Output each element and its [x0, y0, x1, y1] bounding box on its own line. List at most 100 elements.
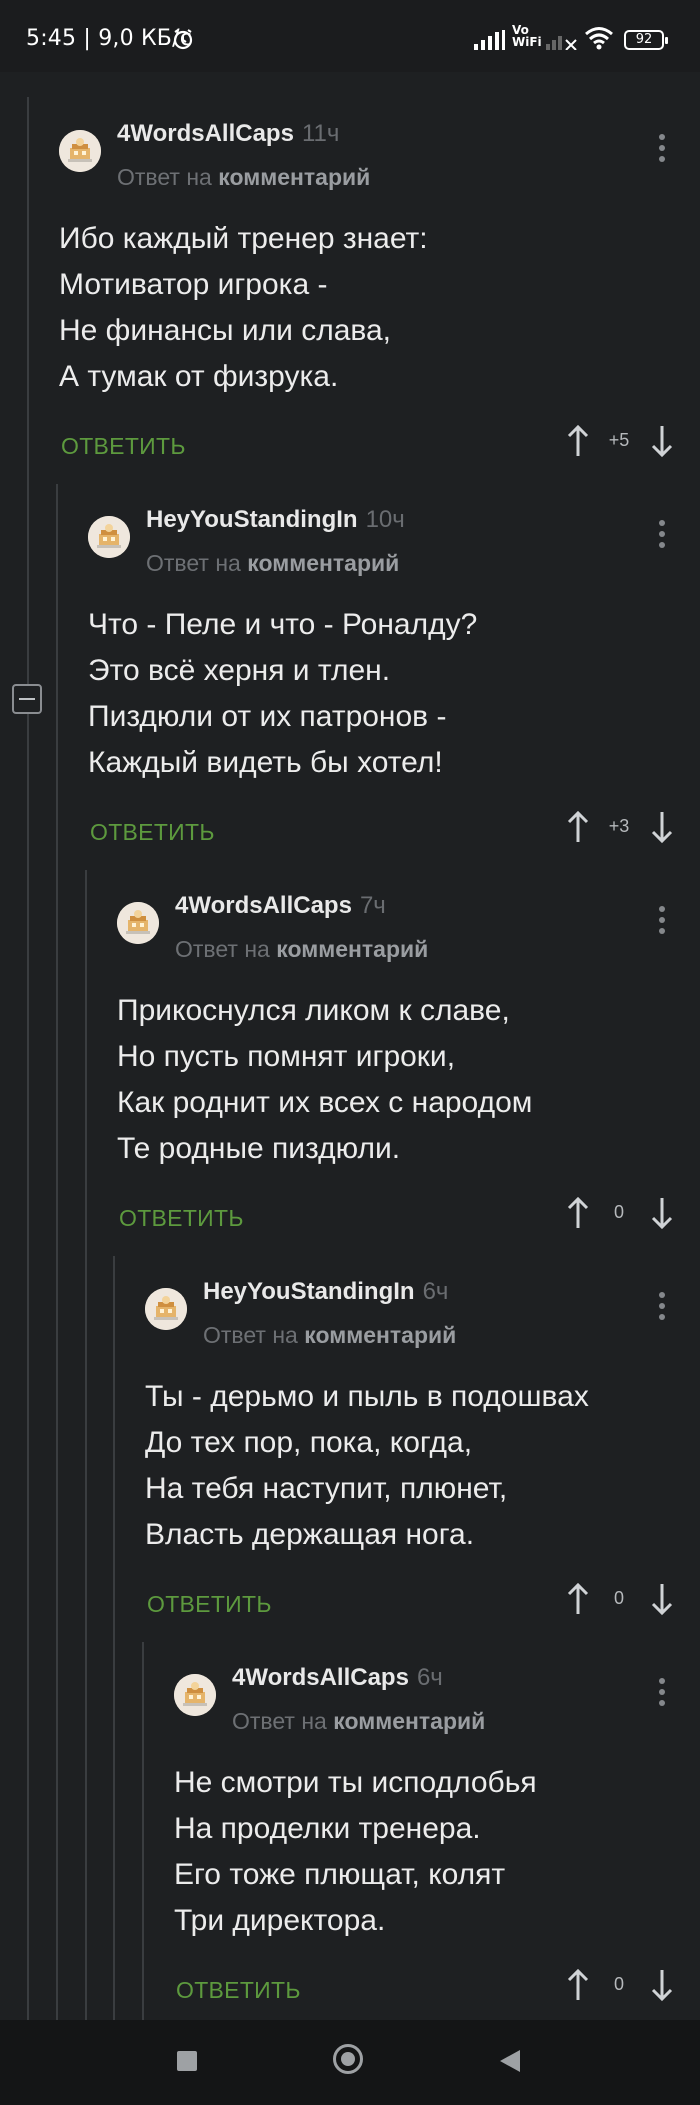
reply-button[interactable]: ОТВЕТИТЬ [176, 1977, 301, 2004]
upvote-arrow-icon[interactable] [566, 424, 590, 463]
comment-text: Ибо каждый тренер знает: Мотиватор игрока… [59, 216, 428, 400]
reply-to-link[interactable]: комментарий [218, 164, 370, 190]
wifi-icon [585, 27, 613, 50]
downvote-arrow-icon[interactable] [650, 1968, 674, 2007]
upvote-arrow-icon[interactable] [566, 1968, 590, 2007]
user-avatar[interactable] [174, 1674, 216, 1716]
comment-text-line: Прикоснулся ликом к славе, [117, 994, 510, 1027]
comment-thread: 4WordsAllCaps 11ч Ответ на комментарий Ибо … [0, 72, 700, 2020]
user-avatar[interactable] [145, 1288, 187, 1330]
reply-to-prefix: Ответ на [175, 936, 270, 962]
vote-controls: +5 [566, 424, 676, 458]
comment-text-line: Это всё херня и тлен. [88, 654, 391, 687]
more-options-icon[interactable] [658, 520, 666, 554]
downvote-arrow-icon[interactable] [650, 424, 674, 463]
comment-text: Не смотри ты исподлобья На проделки трене… [174, 1760, 537, 1944]
reply-to-link[interactable]: комментарий [304, 1322, 456, 1348]
comment-author[interactable]: 4WordsAllCaps 6ч [232, 1664, 443, 1692]
recent-apps-icon[interactable] [177, 2051, 197, 2071]
comment-text-line: Ты - дерьмо и пыль в подошвах [145, 1380, 589, 1413]
comment-text-line: До тех пор, пока, когда, [145, 1426, 473, 1459]
reply-to-link[interactable]: комментарий [247, 550, 399, 576]
thread-line-1 [27, 97, 29, 2020]
alarm-clock-icon [173, 29, 193, 50]
comment-text-line: Те родные пиздюли. [117, 1132, 401, 1165]
reply-to-prefix: Ответ на [146, 550, 241, 576]
comment-time: 6ч [422, 1278, 449, 1305]
thread-line-5 [142, 1642, 144, 2020]
upvote-arrow-icon[interactable] [566, 1582, 590, 1621]
user-avatar[interactable] [117, 902, 159, 944]
vote-controls: 0 [566, 1582, 676, 1616]
reply-button[interactable]: ОТВЕТИТЬ [147, 1591, 272, 1618]
back-icon[interactable] [500, 2050, 520, 2072]
comment: HeyYouStandingIn 6ч Ответ на комментарий Ты… [145, 1278, 700, 1658]
more-options-icon[interactable] [658, 134, 666, 168]
comment-time: 11ч [301, 120, 340, 147]
reply-to-line: Ответ на комментарий [203, 1322, 456, 1349]
comment: HeyYouStandingIn 10ч Ответ на комментарий Ч… [88, 506, 700, 886]
vowifi-bottom: WiFi [512, 35, 542, 49]
vote-controls: +3 [566, 810, 676, 844]
user-avatar[interactable] [88, 516, 130, 558]
comment-score: +3 [608, 816, 630, 836]
author-name[interactable]: 4WordsAllCaps [232, 1664, 409, 1691]
reply-to-line: Ответ на комментарий [232, 1708, 485, 1735]
downvote-arrow-icon[interactable] [650, 1582, 674, 1621]
author-name[interactable]: HeyYouStandingIn [146, 506, 358, 533]
reply-to-link[interactable]: комментарий [333, 1708, 485, 1734]
upvote-arrow-icon[interactable] [566, 810, 590, 849]
downvote-arrow-icon[interactable] [650, 1196, 674, 1235]
comment-text: Что - Пеле и что - Роналду? Это всё херня… [88, 602, 477, 786]
downvote-arrow-icon[interactable] [650, 810, 674, 849]
vowifi-indicator: Vo WiFi [512, 24, 542, 48]
comment-text-line: Что - Пеле и что - Роналду? [88, 608, 478, 641]
comment: 4WordsAllCaps 6ч Ответ на комментарий Не см… [174, 1664, 700, 2044]
comment-text-line: Власть держащая нога. [145, 1518, 475, 1551]
comment-text-line: Но пусть помнят игроки, [117, 1040, 456, 1073]
reply-button[interactable]: ОТВЕТИТЬ [61, 433, 186, 460]
home-icon[interactable] [333, 2044, 363, 2074]
reply-button[interactable]: ОТВЕТИТЬ [90, 819, 215, 846]
reply-to-link[interactable]: комментарий [276, 936, 428, 962]
comment-text-line: Его тоже плющат, колят [174, 1858, 506, 1891]
cellular-signal-icon [474, 30, 505, 50]
author-name[interactable]: 4WordsAllCaps [175, 892, 352, 919]
comment-text-line: Каждый видеть бы хотел! [88, 746, 443, 779]
comment-text-line: Не смотри ты исподлобья [174, 1766, 537, 1799]
battery-icon: 92 [624, 30, 668, 50]
reply-button[interactable]: ОТВЕТИТЬ [119, 1205, 244, 1232]
comment-author[interactable]: 4WordsAllCaps 7ч [175, 892, 386, 920]
comment: 4WordsAllCaps 7ч Ответ на комментарий Прико… [117, 892, 700, 1272]
upvote-arrow-icon[interactable] [566, 1196, 590, 1235]
author-name[interactable]: 4WordsAllCaps [117, 120, 294, 147]
collapse-thread-icon[interactable] [12, 684, 42, 714]
comment-text: Прикоснулся ликом к славе, Но пусть помня… [117, 988, 532, 1172]
status-time: 5:45 | 9,0 КБ/с [26, 26, 193, 51]
thread-line-4 [113, 1256, 115, 2020]
comment-text-line: На тебя наступит, плюнет, [145, 1472, 508, 1505]
thread-line-2 [56, 484, 58, 2020]
more-options-icon[interactable] [658, 906, 666, 940]
more-options-icon[interactable] [658, 1678, 666, 1712]
comment-author[interactable]: 4WordsAllCaps 11ч [117, 120, 339, 148]
reply-to-line: Ответ на комментарий [175, 936, 428, 963]
no-signal-icon [546, 36, 577, 50]
reply-to-prefix: Ответ на [117, 164, 212, 190]
comment-text-line: Как роднит их всех с народом [117, 1086, 533, 1119]
more-options-icon[interactable] [658, 1292, 666, 1326]
system-navigation-bar [0, 2020, 700, 2105]
comment-author[interactable]: HeyYouStandingIn 6ч [203, 1278, 448, 1306]
comment-score: 0 [613, 1202, 624, 1222]
comment-time: 10ч [365, 506, 405, 533]
comment-text-line: Мотиватор игрока - [59, 268, 328, 301]
comment-time: 7ч [359, 892, 386, 919]
comment-text-line: Не финансы или слава, [59, 314, 392, 347]
vote-controls: 0 [566, 1196, 676, 1230]
reply-to-line: Ответ на комментарий [117, 164, 370, 191]
author-name[interactable]: HeyYouStandingIn [203, 1278, 415, 1305]
user-avatar[interactable] [59, 130, 101, 172]
comment-score: 0 [613, 1974, 624, 1994]
comment-author[interactable]: HeyYouStandingIn 10ч [146, 506, 405, 534]
comment-score: 0 [613, 1588, 624, 1608]
